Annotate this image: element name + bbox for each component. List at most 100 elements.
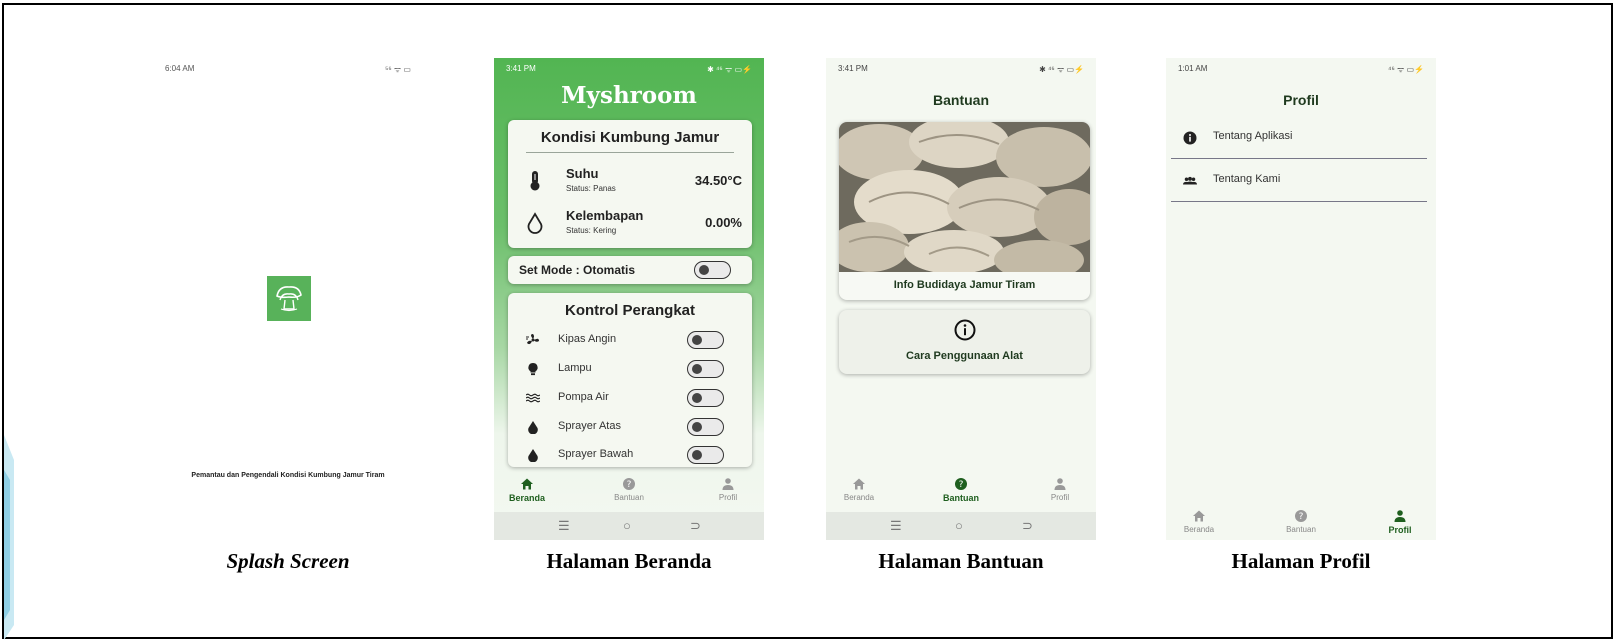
system-back-button[interactable]: ⊃ (690, 518, 701, 534)
usage-guide-card[interactable]: Cara Penggunaan Alat (839, 310, 1090, 374)
status-bar: 3:41 PM ✱ ⁴⁶ ᯤ ▭⚡ (826, 58, 1096, 76)
condition-card: Kondisi Kumbung Jamur Suhu Status: Panas… (508, 120, 752, 248)
menu-item-about-app[interactable]: Tentang Aplikasi (1171, 118, 1427, 159)
device-name: Lampu (558, 362, 592, 374)
info-icon (1183, 131, 1197, 145)
nav-profile-label: Profil (718, 493, 738, 502)
sensor-name: Kelembapan (566, 208, 644, 223)
home-icon (853, 478, 865, 490)
nav-help[interactable]: ? Bantuan (931, 477, 991, 503)
device-toggle-sprayer-top[interactable] (687, 418, 724, 436)
device-row-sprayer-bottom: Sprayer Bawah (526, 445, 746, 465)
condition-card-title: Kondisi Kumbung Jamur (540, 129, 720, 146)
device-name: Sprayer Bawah (558, 448, 634, 460)
nav-profile[interactable]: Profil (1370, 509, 1430, 535)
set-mode-toggle[interactable] (694, 261, 731, 279)
nav-help-label: Bantuan (943, 493, 979, 503)
nav-help-label: Bantuan (1286, 525, 1316, 534)
status-time: 1:01 AM (1178, 64, 1208, 73)
device-name: Pompa Air (558, 391, 609, 403)
status-icons: ✱ ⁴⁶ ᯤ ▭⚡ (707, 65, 752, 74)
fan-icon (526, 334, 539, 345)
nav-home-label: Beranda (508, 493, 545, 503)
set-mode-label: Set Mode : Otomatis (519, 263, 636, 277)
splash-tagline: Pemantau dan Pengendali Kondisi Kumbung … (191, 472, 385, 479)
svg-text:?: ? (959, 480, 964, 490)
nav-home-label: Beranda (1183, 525, 1215, 534)
menu-item-about-us[interactable]: Tentang Kami (1171, 161, 1427, 202)
sensor-name: Suhu (566, 166, 599, 181)
page-title: Profil (1283, 92, 1319, 108)
system-navigation-bar: ☰ ○ ⊃ (494, 512, 764, 540)
info-card-label: Info Budidaya Jamur Tiram (893, 279, 1036, 291)
svg-text:?: ? (627, 480, 632, 490)
recent-apps-button[interactable]: ☰ (890, 518, 902, 534)
help-screen: 3:41 PM ✱ ⁴⁶ ᯤ ▭⚡ Bantuan Info Budidaya … (826, 58, 1096, 540)
system-home-button[interactable]: ○ (623, 518, 631, 533)
nav-profile-label: Profil (1388, 525, 1412, 535)
nav-profile[interactable]: Profil (698, 477, 758, 502)
svg-text:?: ? (1299, 512, 1304, 522)
help-icon: ? (955, 478, 967, 490)
waves-icon (526, 393, 540, 403)
divider (526, 152, 734, 153)
device-row-lamp: Lampu (526, 359, 746, 379)
person-icon (1394, 510, 1406, 522)
oyster-mushroom-photo (839, 122, 1090, 272)
page-title: Bantuan (933, 92, 989, 108)
device-toggle-lamp[interactable] (687, 360, 724, 378)
recent-apps-button[interactable]: ☰ (558, 518, 570, 534)
nav-home[interactable]: Beranda (1169, 509, 1229, 534)
caption-bantuan: Halaman Bantuan (878, 549, 1044, 573)
sensor-status: Status: Panas (566, 184, 616, 193)
sensor-value: 34.50°C (694, 173, 742, 188)
device-toggle-sprayer-bottom[interactable] (687, 446, 724, 464)
device-toggle-fan[interactable] (687, 331, 724, 349)
person-icon (1054, 478, 1066, 490)
home-screen: 3:41 PM ✱ ⁴⁶ ᯤ ▭⚡ Myshroom Kondisi Kumbu… (494, 58, 764, 540)
caption-splash: Splash Screen (226, 549, 350, 573)
thermometer-icon (530, 171, 540, 191)
status-icons: ⁵⁶ ᯤ ▭ (385, 65, 411, 74)
mushroom-logo-icon (276, 286, 302, 312)
status-time: 3:41 PM (838, 64, 868, 73)
nav-home[interactable]: Beranda (497, 477, 557, 503)
device-control-card: Kontrol Perangkat Kipas Angin Lampu Pomp… (508, 293, 752, 467)
status-icons: ⁴⁶ ᯤ ▭⚡ (1388, 65, 1424, 74)
device-toggle-pump[interactable] (687, 389, 724, 407)
help-icon: ? (1295, 510, 1307, 522)
nav-help-label: Bantuan (614, 493, 644, 502)
water-drop-icon (527, 212, 543, 234)
menu-item-label: Tentang Kami (1213, 173, 1281, 185)
system-back-button[interactable]: ⊃ (1022, 518, 1033, 534)
caption-beranda: Halaman Beranda (546, 549, 712, 573)
sensor-row-humidity: Kelembapan Status: Kering 0.00% (526, 206, 746, 242)
drop-icon (528, 449, 538, 462)
system-home-button[interactable]: ○ (955, 518, 963, 533)
home-icon (521, 478, 533, 490)
status-bar: 1:01 AM ⁴⁶ ᯤ ▭⚡ (1166, 58, 1436, 76)
usage-guide-label: Cara Penggunaan Alat (906, 350, 1023, 362)
sensor-row-temperature: Suhu Status: Panas 34.50°C (526, 164, 746, 200)
nav-profile[interactable]: Profil (1030, 477, 1090, 502)
lightbulb-icon (528, 362, 538, 376)
device-row-pump: Pompa Air (526, 388, 746, 408)
app-logo (267, 276, 311, 321)
splash-screen: 6:04 AM ⁵⁶ ᯤ ▭ Pemantau dan Pengendali K… (153, 58, 423, 540)
device-control-title: Kontrol Perangkat (564, 302, 696, 319)
bottom-navigation: Beranda ? Bantuan Profil (1166, 506, 1436, 540)
person-icon (722, 478, 734, 490)
caption-profil: Halaman Profil (1231, 549, 1371, 573)
device-row-fan: Kipas Angin (526, 330, 746, 350)
nav-help[interactable]: ? Bantuan (599, 477, 659, 502)
sensor-value: 0.00% (705, 215, 742, 230)
info-card-oyster-mushroom[interactable]: Info Budidaya Jamur Tiram (839, 122, 1090, 300)
device-row-sprayer-top: Sprayer Atas (526, 417, 746, 437)
device-name: Sprayer Atas (558, 420, 621, 432)
nav-help[interactable]: ? Bantuan (1271, 509, 1331, 534)
nav-home[interactable]: Beranda (829, 477, 889, 502)
status-time: 6:04 AM (165, 64, 195, 73)
app-title: Myshroom (561, 82, 697, 109)
device-name: Kipas Angin (558, 333, 617, 345)
help-icon: ? (623, 478, 635, 490)
